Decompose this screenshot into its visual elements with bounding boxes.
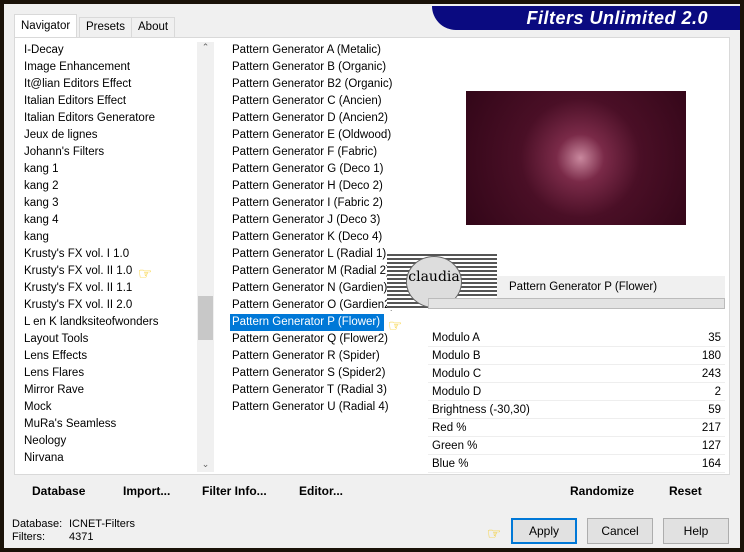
category-item[interactable]: kang 2 [18,178,200,195]
filter-item[interactable]: Pattern Generator B (Organic) [226,59,422,76]
parameter-toolbar: Randomize Reset [426,476,726,504]
category-item[interactable]: Krusty's FX vol. II 2.0 [18,297,200,314]
filter-item[interactable]: Pattern Generator J (Deco 3) [226,212,422,229]
category-item[interactable]: Johann's Filters [18,144,200,161]
filter-item[interactable]: Pattern Generator D (Ancien2) [226,110,422,127]
parameter-value[interactable]: 217 [702,420,721,437]
parameter-slider-row[interactable]: Green % 127 [428,438,725,455]
cancel-button[interactable]: Cancel [587,518,653,544]
category-item[interactable]: Krusty's FX vol. I 1.0 [18,246,200,263]
category-item[interactable]: Krusty's FX vol. II 1.1 [18,280,200,297]
parameter-value[interactable]: 127 [702,438,721,455]
category-item[interactable]: I-Decay [18,42,200,59]
scrollbar-thumb[interactable] [198,296,213,340]
selected-filter-title: Pattern Generator P (Flower) [497,276,725,298]
filter-info-button[interactable]: Filter Info... [202,484,267,498]
parameter-slider-row[interactable]: Modulo D 2 [428,384,725,401]
category-item[interactable]: Krusty's FX vol. II 1.0 [18,263,200,280]
parameter-label: Brightness (-30,30) [432,404,530,416]
parameter-value[interactable]: 35 [708,330,721,347]
randomize-button[interactable]: Randomize [570,484,634,498]
filter-preview-image [466,91,686,225]
category-item[interactable]: Nirvana [18,450,200,467]
category-item[interactable]: kang [18,229,200,246]
tab-navigator[interactable]: Navigator [14,14,78,38]
status-database-label: Database: [12,518,63,530]
status-filters-value: 4371 [69,531,94,543]
parameter-value[interactable]: 164 [702,456,721,473]
parameter-slider-row[interactable]: Modulo B 180 [428,348,725,365]
brand-banner: Filters Unlimited 2.0 [432,6,740,30]
tab-about[interactable]: About [131,17,176,37]
category-item[interactable]: kang 4 [18,212,200,229]
filter-item[interactable]: Pattern Generator T (Radial 3) [226,382,422,399]
navigator-toolbar: Database Import... Filter Info... Editor… [18,476,424,504]
filter-item[interactable]: Pattern Generator E (Oldwood) [226,127,422,144]
filter-item[interactable]: Pattern Generator B2 (Organic) [226,76,422,93]
database-button[interactable]: Database [32,484,85,498]
category-item[interactable]: kang 1 [18,161,200,178]
parameter-slider-row[interactable]: Brightness (-30,30) 59 [428,402,725,419]
apply-button[interactable]: Apply [511,518,577,544]
help-button[interactable]: Help [663,518,729,544]
category-item[interactable]: L en K landksiteofwonders [18,314,200,331]
status-filters-label: Filters: [12,531,45,543]
filter-item[interactable]: Pattern Generator H (Deco 2) [226,178,422,195]
pointing-hand-icon: ☞ [487,526,502,543]
parameter-label: Modulo D [432,386,482,398]
category-item[interactable]: kang 3 [18,195,200,212]
parameter-value[interactable]: 180 [702,348,721,365]
category-item[interactable]: Mirror Rave [18,382,200,399]
parameter-value[interactable]: 243 [702,366,721,383]
parameter-slider-row[interactable]: Blue % 164 [428,456,725,473]
scroll-up-icon[interactable]: ⌃ [197,42,214,53]
filter-item[interactable]: Pattern Generator U (Radial 4) [226,399,422,416]
category-item[interactable]: Neology [18,433,200,450]
category-item[interactable]: MuRa's Seamless [18,416,200,433]
filter-item[interactable]: Pattern Generator A (Metalic) [226,42,422,59]
category-item[interactable]: Jeux de lignes [18,127,200,144]
filter-item[interactable]: Pattern Generator I (Fabric 2) [226,195,422,212]
filter-item[interactable]: Pattern Generator S (Spider2) [226,365,422,382]
parameter-slider-row[interactable]: Modulo A 35 [428,330,725,347]
parameter-slider-row[interactable]: Red % 217 [428,420,725,437]
filter-progress-bar [428,298,725,309]
filter-item-selected[interactable]: Pattern Generator P (Flower) [230,314,385,331]
pointing-hand-icon: ☞ [388,318,403,335]
category-item[interactable]: Mock [18,399,200,416]
filter-item[interactable]: Pattern Generator C (Ancien) [226,93,422,110]
category-item[interactable]: Lens Flares [18,365,200,382]
category-item[interactable]: Italian Editors Effect [18,93,200,110]
filter-item[interactable]: Pattern Generator R (Spider) [226,348,422,365]
filter-item[interactable]: Pattern Generator F (Fabric) [226,144,422,161]
parameter-label: Modulo C [432,368,482,380]
category-item[interactable]: It@lian Editors Effect [18,76,200,93]
parameter-value[interactable]: 59 [708,402,721,419]
parameter-label: Modulo A [432,332,480,344]
category-item[interactable]: Italian Editors Generatore [18,110,200,127]
reset-button[interactable]: Reset [669,484,702,498]
category-item[interactable]: Layout Tools [18,331,200,348]
editor-button[interactable]: Editor... [299,484,343,498]
tab-presets[interactable]: Presets [79,17,132,37]
parameter-label: Blue % [432,458,469,470]
category-item[interactable]: Image Enhancement [18,59,200,76]
parameter-label: Modulo B [432,350,481,362]
pointing-hand-icon: ☞ [138,266,153,283]
category-scrollbar[interactable]: ⌃ ⌄ [197,42,214,472]
import-button[interactable]: Import... [123,484,170,498]
status-database-value: ICNET-Filters [69,518,135,530]
category-item[interactable]: Lens Effects [18,348,200,365]
category-list[interactable]: I-Decay Image Enhancement It@lian Editors … [18,42,200,472]
parameter-value[interactable]: 2 [715,384,721,401]
filters-unlimited-dialog: Filters Unlimited 2.0 Navigator Presets … [4,4,740,548]
parameter-label: Green % [432,440,478,452]
scroll-down-icon[interactable]: ⌄ [197,459,214,470]
filter-item[interactable]: Pattern Generator K (Deco 4) [226,229,422,246]
parameter-slider-row[interactable]: Modulo C 243 [428,366,725,383]
parameter-label: Red % [432,422,467,434]
filter-item[interactable]: Pattern Generator G (Deco 1) [226,161,422,178]
